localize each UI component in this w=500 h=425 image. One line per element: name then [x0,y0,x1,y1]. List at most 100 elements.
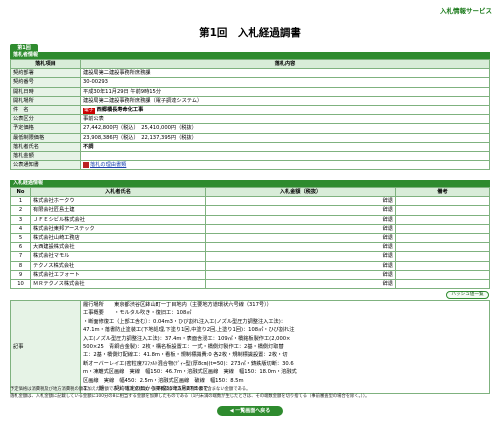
bidder-row: 10 ＭＲテクノス株式会社 辞退 [10,278,490,290]
bidder-note [395,223,490,234]
bidders-section-bar: 入札経過情報 [10,180,490,187]
remarks-line: 47.1m・落書防止塗装工(下地処理,下塗り1回,中塗り2回,上塗り1回)：10… [83,327,295,334]
bidder-note [395,232,490,244]
bidder-row: 1 株式会社ホークウ 辞退 [10,196,490,207]
bidder-no: 4 [10,223,31,234]
bidder-name: 株式会社エフォート [30,269,206,280]
remarks-label: 記事 [10,299,81,395]
remarks-line: 区画線 実線 幅450：2.5m・溶融式区画線 破線 幅150：8.5m [83,377,244,384]
bidder-no: 2 [10,205,31,216]
bidder-name: 株式会社東邦アーステック [30,223,206,234]
bidder-note [395,242,490,253]
bid-info-row: 件 名電子 西郷橋長寿命化工事 [10,104,490,116]
bid-info-label: 公表通知書 [10,160,81,171]
bidder-row: 8 テクノス株式会社 辞退 [10,260,490,271]
bid-info-value [80,150,490,162]
col-header-no: No [10,186,31,198]
bid-info-label: 公表区分 [10,114,81,125]
bid-info-value: 不調 [80,141,490,152]
bid-info-row: 契約番号 30-00293 [10,77,490,88]
bidder-row: 3 ＪＦＥシビル株式会社 辞退 [10,214,490,225]
bidder-amount: 辞退 [205,205,396,216]
back-to-list-button[interactable]: ◀ 一覧画面へ戻る [217,406,283,416]
bidder-no: 7 [10,251,31,262]
bidder-name: ＪＦＥシビル株式会社 [30,214,206,225]
bid-info-label: 契約部署 [10,68,81,79]
hash-list-button[interactable]: ハッシュ値一覧 [446,291,489,299]
bidder-note [395,251,490,262]
bid-info-value-text: 平成30年11月29日 午前9時15分 [83,88,162,95]
bidder-note [395,260,490,271]
bidder-amount: 辞退 [205,242,396,253]
bid-info-value: 23,908,386円（税込） 22,137,395円（税抜） [80,132,490,143]
col-header-amount: 入札金額（税抜） [205,186,396,198]
remarks-line: 工：2基・橋側灯配線工：41.8m・看板・規制標識費:0 各2枚・規制標識設置：… [83,352,288,359]
remarks-line: 500×25 青銅合金製)：2枚・構名板設置工：一式・橋側灯製作工：2基・橋側灯… [83,344,284,351]
remarks-line: ・断面修復工（上部工含む）：0.04m3・ひび割れ注入工(ノズル型圧力調整注入工… [83,318,286,325]
bidder-row: 7 株式会社マモル 辞退 [10,251,490,262]
bid-info-row: 開札場所 建設局第二建設事務所庶務課（電子調達システム） [10,95,490,106]
remarks-line: 履行場所 東京都渋谷区鉢山町一丁目地内（主要地方道環状六号線（317号）） [83,302,272,308]
bid-info-label: 最低制限価格 [10,132,81,143]
footnote-line: 落札金額は、入札金額に記載している金額に100分の8に相当する金額を加算したもの… [10,394,370,399]
bidder-row: 6 大西建設株式会社 辞退 [10,242,490,253]
page-title: 第1回 入札経過調書 [199,27,301,39]
bid-info-value: 建設局第二建設事務所庶務課（電子調達システム） [80,95,490,106]
bidder-note [395,214,490,225]
bid-info-value-text: 建設局第二建設事務所庶務課 [83,70,151,77]
bid-info-row: 公表通知書 落札の理由書類 [10,160,490,171]
remarks-line: 断オーバーレイ工(密粒度ｱｽﾌｧﾙﾄ混合物(ﾃﾞｨｰ型(厚8㎝)(t=50)：2… [83,360,294,367]
bidder-no: 6 [10,242,31,253]
bidder-name: 大西建設株式会社 [30,242,206,253]
bidder-row: 5 株式会社山崎工務店 辞退 [10,232,490,244]
bid-info-section-bar: 落札者情報 [10,52,490,59]
bidder-amount: 辞退 [205,214,396,225]
bid-info-value: 事前公表 [80,114,490,125]
bidder-note [395,278,490,290]
notice-document-link[interactable]: 落札の理由書類 [90,162,126,168]
bidder-name: 株式会社山崎工務店 [30,232,206,244]
bid-info-row: 落札金額 [10,150,490,162]
bid-info-label: 開札場所 [10,95,81,106]
service-link[interactable]: 入札情報サービス [440,5,492,15]
bid-info-value-text: 27,442,800円（税込） 25,410,000円（税抜） [83,125,197,132]
bid-info-table: 落札項目 落札内容 契約部署 建設局第二建設事務所庶務課 契約番号 30-00293 開… [10,58,490,171]
bid-info-row: 落札者氏名 不調 [10,141,490,152]
bid-info-value: 30-00293 [80,77,490,88]
col-header-name: 入札者氏名 [30,186,206,198]
col-header-item: 落札項目 [10,58,81,70]
bid-info-label: 予定価格 [10,123,81,134]
bidder-amount: 辞退 [205,251,396,262]
remarks-body: 履行場所 東京都渋谷区鉢山町一丁目地内（主要地方道環状六号線（317号）） 工事概… [80,299,490,395]
bid-info-value-text: 23,908,386円（税込） 22,137,395円（税抜） [83,134,197,141]
bidder-row: 4 株式会社東邦アーステック 辞退 [10,223,490,234]
bidders-table: No 入札者氏名 入札金額（税抜） 備考 1 株式会社ホークウ 辞退 2 有限会社匠島土… [10,186,490,290]
bid-info-value: 建設局第二建設事務所庶務課 [80,68,490,79]
bid-info-value-text: 建設局第二建設事務所庶務課（電子調達システム） [83,97,203,104]
remarks-table: 記事 履行場所 東京都渋谷区鉢山町一丁目地内（主要地方道環状六号線（317号））… [10,299,490,395]
bid-info-label: 件 名 [10,104,81,116]
round-badge: 第1回 [10,44,38,52]
bid-info-label: 落札者氏名 [10,141,81,152]
bid-info-row: 予定価格 27,442,800円（税込） 25,410,000円（税抜） [10,123,490,134]
bid-info-label: 落札金額 [10,150,81,162]
bid-info-value-text: 事前公表 [83,116,104,123]
bidder-name: テクノス株式会社 [30,260,206,271]
footnote-line: 予定価格は消費税及び地方消費税の額を加えた金額であり、入札金額は、消費税及び地方… [10,387,251,392]
bidder-amount: 辞退 [205,269,396,280]
electronic-badge: 電子 [83,108,95,114]
bidder-no: 10 [10,278,31,290]
bid-info-row: 公表区分 事前公表 [10,114,490,125]
bidder-name: ＭＲテクノス株式会社 [30,278,206,290]
bid-info-value: 平成30年11月29日 午前9時15分 [80,86,490,97]
bidder-no: 9 [10,269,31,280]
bidder-amount: 辞退 [205,260,396,271]
bidder-amount: 辞退 [205,232,396,244]
remarks-line: 工事概要 ・モルタル吹き・復旧工：108㎡ [83,310,192,317]
bidder-row: 2 有限会社匠島土建 辞退 [10,205,490,216]
remarks-line: 入工(ノズル型圧力調整注入工法)：37.4m・表面含浸工：109㎡・橋銘板製作工… [83,335,291,342]
bidder-amount: 辞退 [205,196,396,207]
bidder-amount: 辞退 [205,278,396,290]
bidder-no: 8 [10,260,31,271]
bidder-note [395,205,490,216]
